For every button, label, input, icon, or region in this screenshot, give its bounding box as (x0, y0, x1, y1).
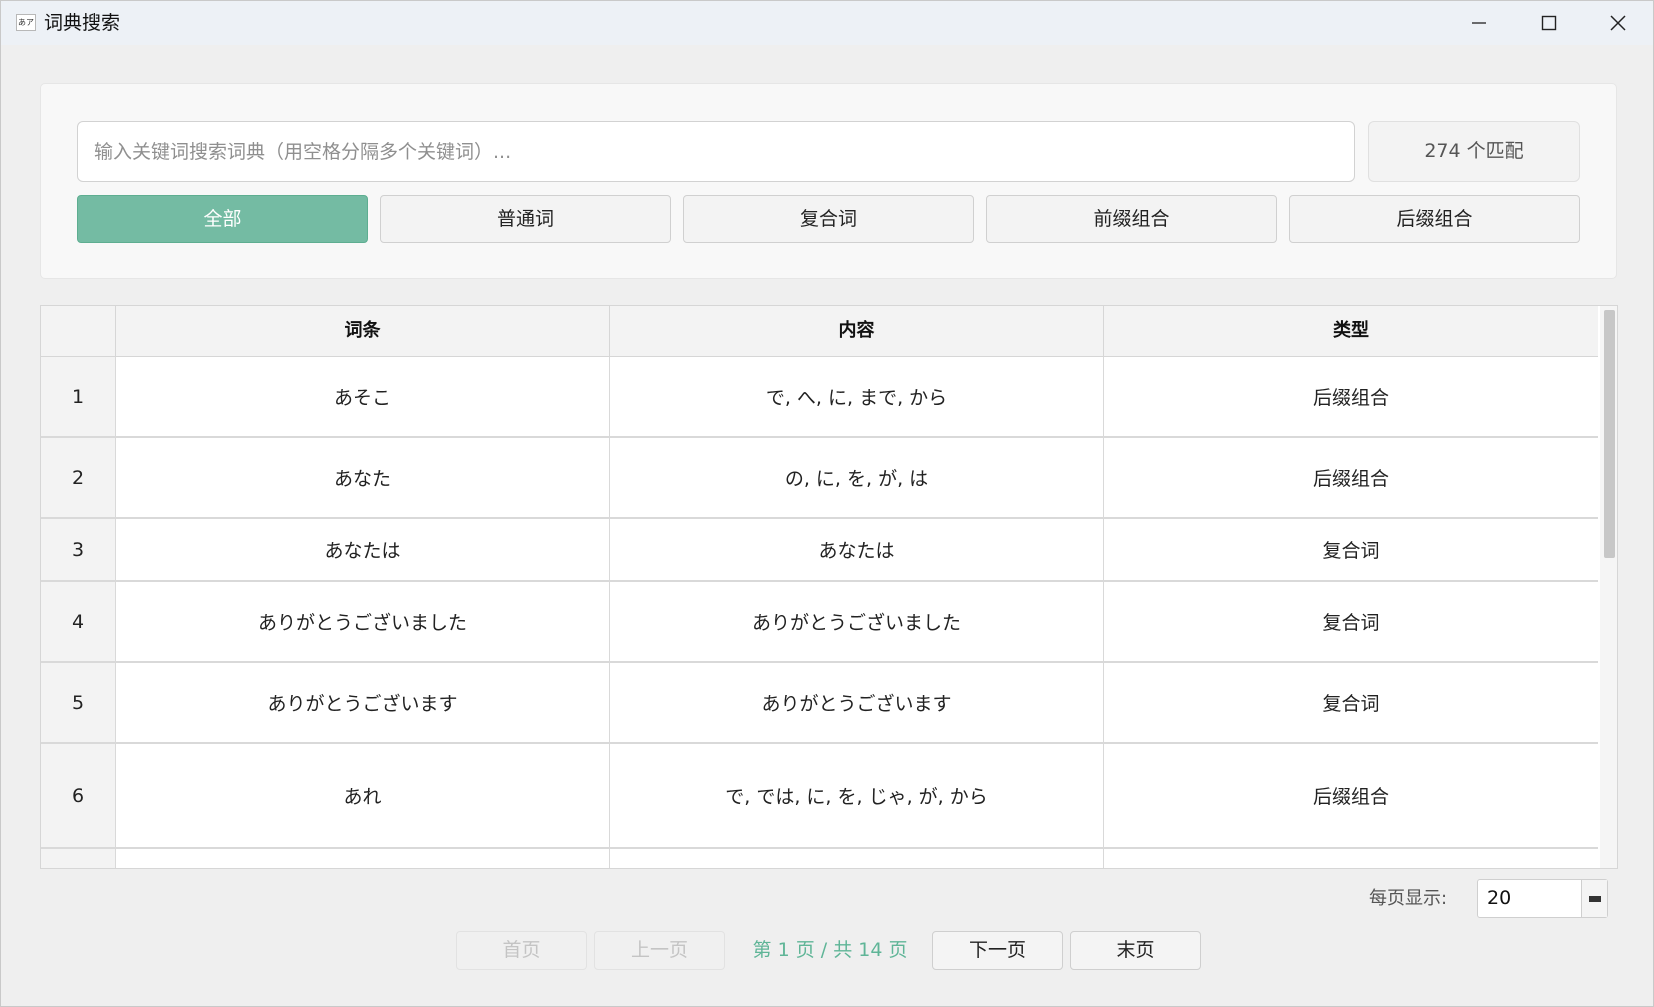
row-index (41, 849, 115, 868)
filter-suffix-button[interactable]: 后缀组合 (1289, 195, 1580, 243)
cell-entry[interactable]: ありがとうございます (115, 663, 609, 742)
maximize-icon (1541, 15, 1557, 31)
row-index: 2 (41, 438, 115, 517)
header-type[interactable]: 类型 (1103, 306, 1598, 356)
cell-content[interactable]: ありがとうございました (609, 582, 1103, 661)
per-page-label: 每页显示: (1369, 888, 1448, 909)
row-index: 5 (41, 663, 115, 742)
cell-entry[interactable]: あなた (115, 438, 609, 517)
vertical-scrollbar[interactable] (1600, 306, 1617, 868)
first-page-button[interactable]: 首页 (456, 931, 587, 970)
filter-compound-button[interactable]: 复合词 (683, 195, 974, 243)
filter-prefix-button[interactable]: 前缀组合 (986, 195, 1277, 243)
cell-content[interactable] (609, 849, 1103, 868)
cell-type[interactable]: 后缀组合 (1103, 744, 1598, 847)
cell-type[interactable]: 复合词 (1103, 519, 1598, 580)
window-title: 词典搜索 (44, 12, 121, 34)
page-indicator: 第 1 页 / 共 14 页 (752, 939, 908, 961)
row-index: 4 (41, 582, 115, 661)
prev-page-button[interactable]: 上一页 (594, 931, 725, 970)
close-icon (1610, 15, 1626, 31)
header-index (41, 306, 115, 356)
next-page-button[interactable]: 下一页 (932, 931, 1063, 970)
minimize-button[interactable] (1444, 1, 1514, 45)
cell-type[interactable]: 后缀组合 (1103, 438, 1598, 517)
per-page-spinbox[interactable]: 20 (1477, 879, 1608, 918)
table-row[interactable]: 6 あれ で, では, に, を, じゃ, が, から 后缀组合 (41, 744, 1598, 849)
results-table: 词条 内容 类型 1 あそこ で, へ, に, まで, から 后缀组合 2 あな… (40, 305, 1618, 869)
row-index: 6 (41, 744, 115, 847)
cell-content[interactable]: ありがとうございます (609, 663, 1103, 742)
app-window: あア 词典搜索 274 个匹配 全部 普通词 复合词 前缀组合 后缀组合 词条 … (0, 0, 1654, 1007)
stepper-icon (1588, 895, 1601, 902)
per-page-value[interactable]: 20 (1487, 880, 1511, 917)
table-row-partial[interactable] (41, 849, 1598, 868)
filter-common-button[interactable]: 普通词 (380, 195, 671, 243)
cell-content[interactable]: の, に, を, が, は (609, 438, 1103, 517)
table-row[interactable]: 4 ありがとうございました ありがとうございました 复合词 (41, 582, 1598, 663)
cell-type[interactable] (1103, 849, 1598, 868)
search-input[interactable] (77, 121, 1355, 182)
cell-content[interactable]: で, へ, に, まで, から (609, 357, 1103, 436)
table-row[interactable]: 3 あなたは あなたは 复合词 (41, 519, 1598, 582)
per-page-stepper-button[interactable] (1581, 880, 1607, 917)
cell-type[interactable]: 复合词 (1103, 582, 1598, 661)
scrollbar-thumb[interactable] (1604, 310, 1615, 558)
cell-entry[interactable]: あなたは (115, 519, 609, 580)
app-icon: あア (16, 14, 36, 31)
minimize-icon (1472, 22, 1486, 24)
cell-entry[interactable]: あそこ (115, 357, 609, 436)
search-panel: 274 个匹配 全部 普通词 复合词 前缀组合 后缀组合 (40, 83, 1617, 279)
cell-entry[interactable]: あれ (115, 744, 609, 847)
cell-entry[interactable] (115, 849, 609, 868)
header-content[interactable]: 内容 (609, 306, 1103, 356)
cell-content[interactable]: あなたは (609, 519, 1103, 580)
row-index: 3 (41, 519, 115, 580)
close-button[interactable] (1583, 1, 1653, 45)
table-row[interactable]: 2 あなた の, に, を, が, は 后缀组合 (41, 438, 1598, 519)
header-entry[interactable]: 词条 (115, 306, 609, 356)
cell-content[interactable]: で, では, に, を, じゃ, が, から (609, 744, 1103, 847)
cell-type[interactable]: 复合词 (1103, 663, 1598, 742)
table-row[interactable]: 1 あそこ で, へ, に, まで, から 后缀组合 (41, 357, 1598, 438)
cell-entry[interactable]: ありがとうございました (115, 582, 609, 661)
last-page-button[interactable]: 末页 (1070, 931, 1201, 970)
cell-type[interactable]: 后缀组合 (1103, 357, 1598, 436)
filter-all-button[interactable]: 全部 (77, 195, 368, 243)
title-bar[interactable]: あア 词典搜索 (1, 1, 1653, 45)
table-row[interactable]: 5 ありがとうございます ありがとうございます 复合词 (41, 663, 1598, 744)
maximize-button[interactable] (1514, 1, 1584, 45)
row-index: 1 (41, 357, 115, 436)
match-count-badge: 274 个匹配 (1368, 121, 1580, 182)
table-header: 词条 内容 类型 (41, 306, 1598, 357)
